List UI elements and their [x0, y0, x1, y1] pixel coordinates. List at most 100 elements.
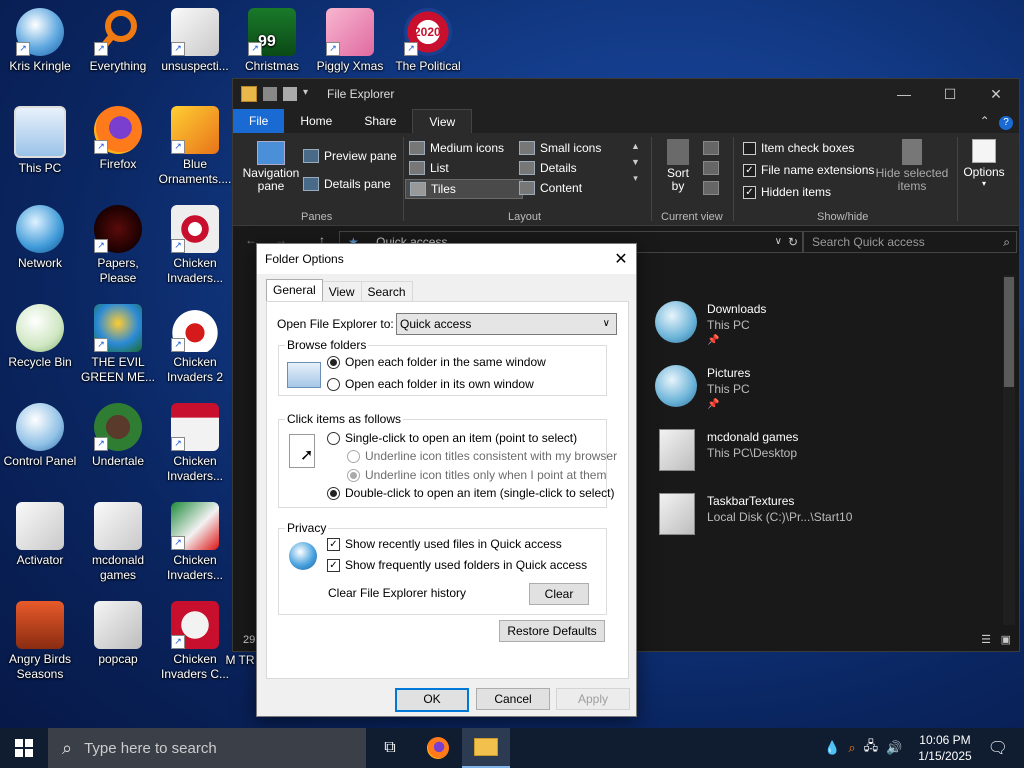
desktop-icon-piggly-xmas[interactable]: ↗ Piggly Xmas: [310, 4, 390, 74]
help-icon[interactable]: ?: [999, 116, 1013, 130]
close-button[interactable]: ✕: [973, 86, 1019, 103]
properties-icon[interactable]: [263, 87, 277, 101]
tiles-button[interactable]: Tiles: [405, 179, 523, 199]
desktop-icon-chicken-invaders-2[interactable]: ↗ Chicken Invaders 2: [155, 300, 235, 385]
taskbar-search-box[interactable]: ⌕ Type here to search: [48, 728, 366, 768]
own-window-radio[interactable]: [327, 377, 340, 391]
tab-home[interactable]: Home: [284, 109, 348, 133]
item-check-boxes-toggle[interactable]: Item check boxes: [743, 141, 854, 155]
maximize-button[interactable]: ☐: [927, 86, 973, 103]
layout-scroll[interactable]: ▲ ▼ ▾: [631, 141, 640, 184]
item-check-boxes-checkbox[interactable]: [743, 141, 756, 155]
tab-share[interactable]: Share: [348, 109, 412, 133]
ok-button[interactable]: OK: [395, 688, 469, 712]
start-button[interactable]: [0, 728, 48, 768]
tiles-view-icon[interactable]: ▣: [1001, 629, 1011, 651]
tab-general[interactable]: General: [266, 279, 323, 302]
desktop-icon-everything[interactable]: ↗ Everything: [78, 4, 158, 74]
sort-by-button[interactable]: Sort by: [661, 139, 695, 193]
minimize-button[interactable]: —: [881, 86, 927, 103]
droplet-icon[interactable]: 💧: [824, 740, 840, 756]
single-click-option[interactable]: Single-click to open an item (point to s…: [327, 431, 577, 445]
scroll-up-icon[interactable]: ▲: [631, 141, 640, 151]
details-view-icon[interactable]: ☰: [981, 629, 991, 651]
taskbar-file-explorer[interactable]: [462, 728, 510, 768]
desktop-icon-chicken-invaders-5[interactable]: ↗ Chicken Invaders C...: [155, 597, 235, 682]
group-by-icon[interactable]: [703, 141, 719, 155]
customize-toolbar-icon[interactable]: ▾: [303, 87, 317, 101]
desktop-icon-angry-birds[interactable]: Angry Birds Seasons: [0, 597, 80, 682]
desktop-icon-unsuspecting[interactable]: ↗ unsuspecti...: [155, 4, 235, 74]
new-folder-icon[interactable]: [283, 87, 297, 101]
expand-gallery-icon[interactable]: ▾: [633, 173, 638, 184]
double-click-radio[interactable]: [327, 486, 340, 500]
scrollbar-thumb[interactable]: [1004, 277, 1014, 387]
desktop-icon-firefox[interactable]: ↗ Firefox: [78, 102, 158, 172]
desktop-icon-recycle-bin[interactable]: Recycle Bin: [0, 300, 80, 370]
same-window-option[interactable]: Open each folder in the same window: [327, 355, 546, 369]
list-item[interactable]: Downloads This PC 📌: [655, 301, 766, 349]
expand-ribbon-icon[interactable]: ⌃: [980, 114, 990, 128]
clear-button[interactable]: Clear: [529, 583, 589, 605]
network-icon[interactable]: 🖧: [864, 737, 879, 759]
tab-view[interactable]: View: [412, 109, 473, 133]
add-columns-icon[interactable]: [703, 161, 719, 175]
explorer-search-box[interactable]: Search Quick access ⌕: [803, 231, 1017, 253]
desktop-icon-chicken-invaders-3[interactable]: ↗ Chicken Invaders...: [155, 399, 235, 484]
desktop-icon-blue-ornaments[interactable]: ↗ Blue Ornaments....: [155, 102, 235, 187]
list-button[interactable]: List: [409, 161, 449, 175]
everything-tray-icon[interactable]: ⌕: [848, 740, 855, 756]
desktop-icon-papers-please[interactable]: ↗ Papers, Please: [78, 201, 158, 286]
notifications-icon[interactable]: 🗨: [988, 738, 1008, 758]
single-click-radio[interactable]: [327, 431, 340, 445]
desktop-icon-activator[interactable]: Activator: [0, 498, 80, 568]
small-icons-button[interactable]: Small icons: [519, 141, 601, 155]
hide-selected-items-button[interactable]: Hide selected items: [875, 139, 949, 193]
refresh-icon[interactable]: ↻: [788, 232, 798, 252]
vertical-scrollbar[interactable]: [1003, 275, 1015, 625]
hidden-items-toggle[interactable]: ✓ Hidden items: [743, 185, 831, 199]
tab-file[interactable]: File: [233, 109, 285, 133]
options-button[interactable]: Options ▾: [961, 139, 1007, 188]
file-name-extensions-checkbox[interactable]: ✓: [743, 163, 756, 177]
desktop-icon-popcap[interactable]: popcap: [78, 597, 158, 667]
recent-files-option[interactable]: ✓ Show recently used files in Quick acces…: [327, 537, 562, 551]
list-item[interactable]: Pictures This PC 📌: [655, 365, 750, 413]
desktop-icon-control-panel[interactable]: Control Panel: [0, 399, 80, 469]
desktop-icon-kris-kringle[interactable]: ↗ Kris Kringle: [0, 4, 80, 74]
frequent-folders-checkbox[interactable]: ✓: [327, 558, 340, 572]
desktop-icon-this-pc[interactable]: This PC: [0, 102, 80, 176]
details-pane-button[interactable]: Details pane: [303, 177, 391, 191]
double-click-option[interactable]: Double-click to open an item (single-cli…: [327, 486, 614, 500]
desktop-icon-mcdonald-games[interactable]: mcdonald games: [78, 498, 158, 583]
scroll-down-icon[interactable]: ▼: [631, 157, 640, 167]
address-dropdown-icon[interactable]: ∨: [775, 232, 782, 252]
details-button[interactable]: Details: [519, 161, 577, 175]
desktop-icon-partial[interactable]: M TR: [220, 650, 260, 668]
desktop-icon-undertale[interactable]: ↗ Undertale: [78, 399, 158, 469]
file-name-extensions-toggle[interactable]: ✓ File name extensions: [743, 163, 874, 177]
desktop-icon-chicken-invaders-4[interactable]: ↗ Chicken Invaders...: [155, 498, 235, 583]
dialog-close-button[interactable]: ✕: [606, 249, 636, 269]
cancel-button[interactable]: Cancel: [476, 688, 550, 710]
same-window-radio[interactable]: [327, 355, 340, 369]
medium-icons-button[interactable]: Medium icons: [409, 141, 504, 155]
frequent-folders-option[interactable]: ✓ Show frequently used folders in Quick a…: [327, 558, 587, 572]
desktop-icon-chicken-invaders-1[interactable]: ↗ Chicken Invaders...: [155, 201, 235, 286]
desktop-icon-christmas[interactable]: 99 ↗ Christmas: [232, 4, 312, 74]
options-dropdown-icon[interactable]: ▾: [982, 180, 986, 188]
content-button[interactable]: Content: [519, 181, 582, 195]
size-columns-icon[interactable]: [703, 181, 719, 195]
taskbar-firefox[interactable]: [414, 728, 462, 768]
hidden-items-checkbox[interactable]: ✓: [743, 185, 756, 199]
restore-defaults-button[interactable]: Restore Defaults: [499, 620, 605, 642]
list-item[interactable]: TaskbarTextures Local Disk (C:)\Pr...\St…: [655, 493, 852, 535]
clock[interactable]: 10:06 PM 1/15/2025: [910, 732, 979, 764]
desktop-icon-political[interactable]: 2020 ↗ The Political: [388, 4, 468, 74]
own-window-option[interactable]: Open each folder in its own window: [327, 377, 534, 391]
navigation-pane-button[interactable]: Navigation pane: [241, 141, 301, 193]
recent-files-checkbox[interactable]: ✓: [327, 537, 340, 551]
volume-icon[interactable]: 🔊: [886, 740, 902, 756]
desktop-icon-evil-green[interactable]: ↗ THE EVIL GREEN ME...: [78, 300, 158, 385]
list-item[interactable]: mcdonald games This PC\Desktop: [655, 429, 798, 471]
